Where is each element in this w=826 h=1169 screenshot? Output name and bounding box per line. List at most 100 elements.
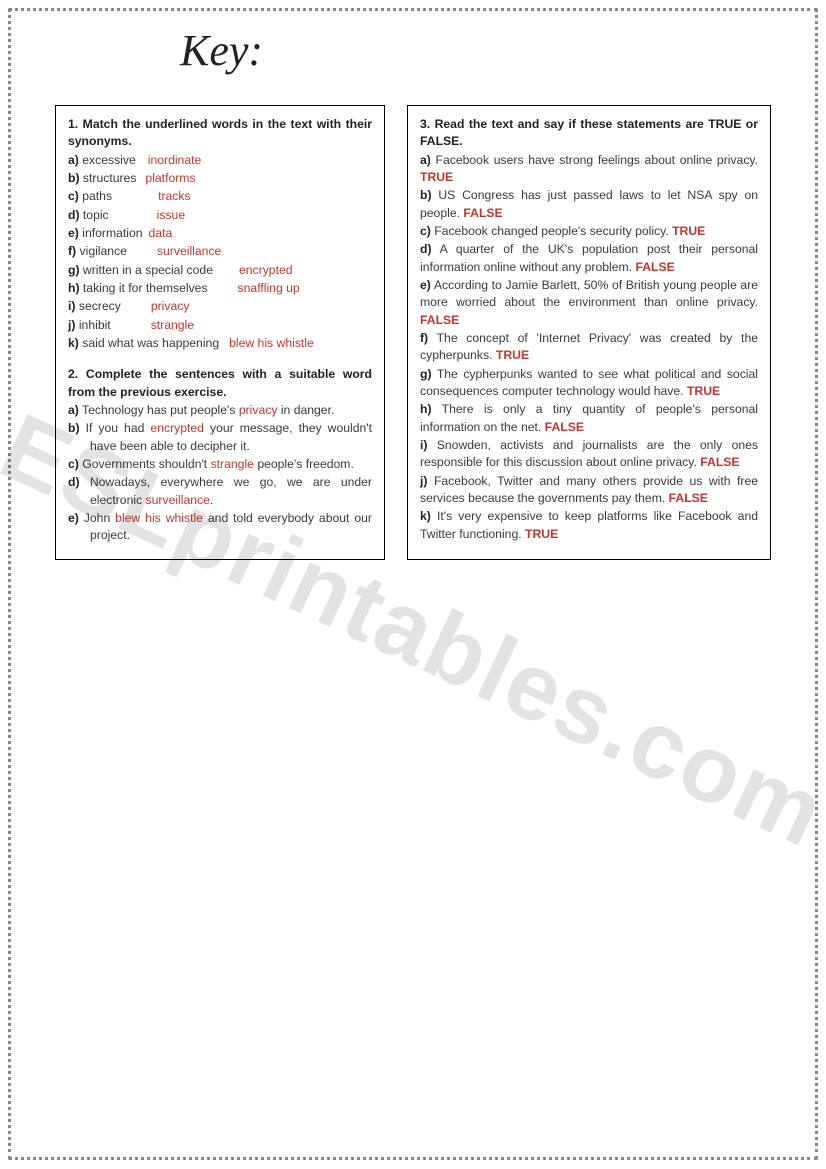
q3-item: d) A quarter of the UK's population post… — [420, 241, 758, 276]
item-letter: i) — [68, 299, 75, 313]
item-letter: h) — [420, 402, 432, 416]
item-text: A quarter of the UK's population post th… — [420, 242, 758, 273]
item-answer: TRUE — [687, 384, 720, 398]
q1-item: c) pathstracks — [68, 188, 372, 205]
q2-list: a) Technology has put people's privacy i… — [68, 402, 372, 545]
item-letter: e) — [68, 226, 79, 240]
item-post: in danger. — [277, 403, 334, 417]
q3-item: k) It's very expensive to keep platforms… — [420, 508, 758, 543]
q3-item: f) The concept of 'Internet Privacy' was… — [420, 330, 758, 365]
item-word: written in a special code — [83, 263, 213, 277]
right-box: 3. Read the text and say if these statem… — [407, 105, 771, 560]
q1-item: k) said what was happening blew his whist… — [68, 335, 372, 352]
q3-item: i) Snowden, activists and journalists ar… — [420, 437, 758, 472]
item-text: There is only a tiny quantity of people'… — [420, 402, 758, 433]
item-letter: j) — [68, 318, 75, 332]
item-answer: blew his whistle — [115, 511, 203, 525]
item-answer: issue — [157, 208, 185, 222]
item-letter: c) — [68, 457, 79, 471]
item-letter: a) — [420, 153, 431, 167]
item-pre: Nowadays, everywhere we go, we are under… — [90, 475, 372, 506]
q3-item: a) Facebook users have strong feelings a… — [420, 152, 758, 187]
item-answer: blew his whistle — [229, 336, 314, 350]
item-text: According to Jamie Barlett, 50% of Briti… — [420, 278, 758, 309]
q2-item: c) Governments shouldn't strangle people… — [68, 456, 372, 473]
item-letter: a) — [68, 153, 79, 167]
q2-heading: 2. Complete the sentences with a suitabl… — [68, 366, 372, 401]
item-answer: surveillance — [146, 493, 210, 507]
item-pre: Technology has put people's — [82, 403, 239, 417]
item-pre: If you had — [86, 421, 151, 435]
item-letter: b) — [68, 421, 80, 435]
q3-item: g) The cypherpunks wanted to see what po… — [420, 366, 758, 401]
item-letter: e) — [68, 511, 79, 525]
q2-item: e) John blew his whistle and told everyb… — [68, 510, 372, 545]
item-answer: FALSE — [635, 260, 674, 274]
item-answer: snaffling up — [238, 281, 300, 295]
item-letter: b) — [68, 171, 80, 185]
q1-list: a) excessive inordinate b) structuresplatf… — [68, 152, 372, 353]
left-box: 1. Match the underlined words in the tex… — [55, 105, 385, 560]
page-title: Key: — [180, 25, 263, 76]
item-word: inhibit — [79, 318, 111, 332]
item-answer: FALSE — [463, 206, 502, 220]
item-answer: privacy — [151, 299, 190, 313]
item-letter: e) — [420, 278, 431, 292]
item-letter: j) — [420, 474, 427, 488]
q3-heading: 3. Read the text and say if these statem… — [420, 116, 758, 151]
q2-item: b) If you had encrypted your message, th… — [68, 420, 372, 455]
item-answer: FALSE — [420, 313, 459, 327]
item-post: people's freedom. — [254, 457, 354, 471]
item-word: information — [82, 226, 142, 240]
item-answer: encrypted — [239, 263, 293, 277]
item-letter: f) — [420, 331, 428, 345]
item-pre: John — [84, 511, 115, 525]
item-answer: strangle — [151, 318, 194, 332]
item-letter: d) — [68, 208, 80, 222]
q2-item: d) Nowadays, everywhere we go, we are un… — [68, 474, 372, 509]
item-word: excessive — [82, 153, 136, 167]
q1-item: a) excessive inordinate — [68, 152, 372, 169]
item-text: Facebook users have strong feelings abou… — [436, 153, 758, 167]
item-letter: f) — [68, 244, 76, 258]
q2-item: a) Technology has put people's privacy i… — [68, 402, 372, 419]
item-word: topic — [83, 208, 109, 222]
q3-list: a) Facebook users have strong feelings a… — [420, 152, 758, 543]
item-answer: platforms — [145, 171, 195, 185]
item-letter: b) — [420, 188, 432, 202]
item-answer: surveillance — [157, 244, 221, 258]
q1-item: b) structuresplatforms — [68, 170, 372, 187]
item-answer: strangle — [211, 457, 254, 471]
q1-item: f) vigilance surveillance — [68, 243, 372, 260]
q1-item: g) written in a special codeencrypted — [68, 262, 372, 279]
item-word: vigilance — [80, 244, 127, 258]
content-columns: 1. Match the underlined words in the tex… — [55, 105, 771, 560]
item-letter: d) — [68, 475, 80, 489]
q1-item: e) information data — [68, 225, 372, 242]
item-letter: h) — [68, 281, 80, 295]
item-word: said what was happening — [82, 336, 219, 350]
item-answer: TRUE — [496, 348, 529, 362]
item-answer: FALSE — [700, 455, 739, 469]
item-word: secrecy — [79, 299, 121, 313]
item-letter: k) — [68, 336, 79, 350]
item-letter: c) — [68, 189, 79, 203]
item-answer: inordinate — [148, 153, 202, 167]
q1-item: j) inhibit strangle — [68, 317, 372, 334]
q3-item: j) Facebook, Twitter and many others pro… — [420, 473, 758, 508]
item-letter: d) — [420, 242, 432, 256]
item-letter: c) — [420, 224, 431, 238]
item-answer: FALSE — [545, 420, 584, 434]
item-word: paths — [82, 189, 112, 203]
item-letter: a) — [68, 403, 79, 417]
q3-item: e) According to Jamie Barlett, 50% of Br… — [420, 277, 758, 329]
item-answer: TRUE — [672, 224, 705, 238]
item-answer: FALSE — [669, 491, 708, 505]
item-answer: data — [149, 226, 173, 240]
item-answer: encrypted — [150, 421, 204, 435]
item-post: . — [210, 493, 213, 507]
item-letter: k) — [420, 509, 431, 523]
item-word: taking it for themselves — [83, 281, 208, 295]
item-letter: i) — [420, 438, 427, 452]
q1-heading: 1. Match the underlined words in the tex… — [68, 116, 372, 151]
